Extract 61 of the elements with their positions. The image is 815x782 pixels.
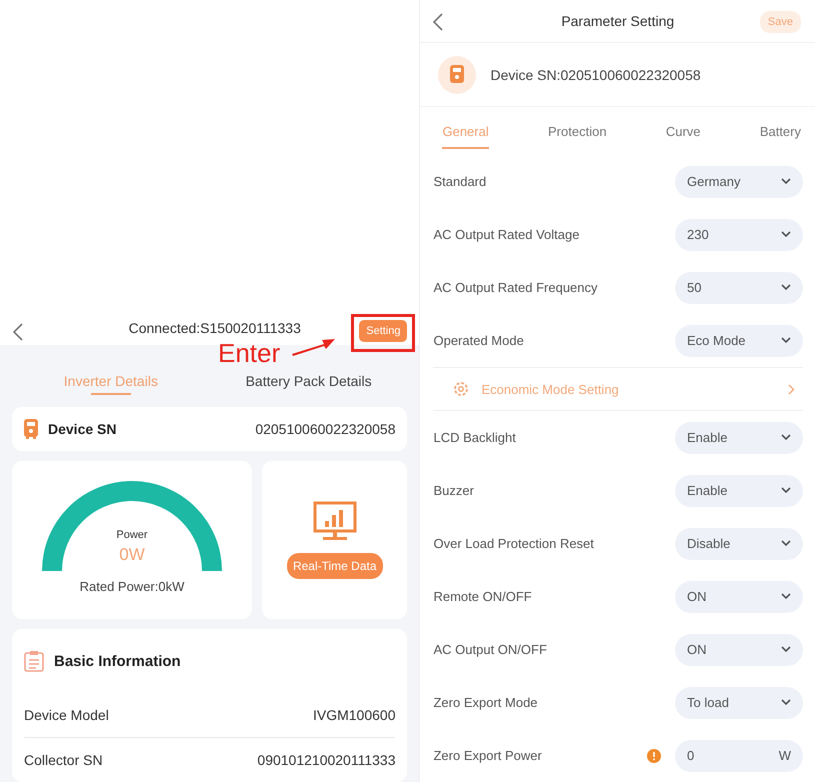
- parameter-dropdown[interactable]: Disable: [675, 528, 803, 560]
- info-value: 090101210020111333: [257, 752, 396, 768]
- info-label: Collector SN: [24, 752, 103, 768]
- back-icon[interactable]: [12, 322, 24, 342]
- device-sn-text: Device SN:020510060022320058: [490, 66, 701, 83]
- parameter-label: LCD Backlight: [433, 430, 517, 445]
- info-icon[interactable]: [647, 748, 661, 762]
- power-label: Power: [116, 529, 148, 541]
- power-value: 0W: [119, 545, 145, 565]
- parameter-dropdown[interactable]: Germany: [675, 166, 803, 198]
- chevron-down-icon: [781, 231, 791, 238]
- chevron-down-icon: [781, 593, 791, 600]
- annotation-arrow: [290, 337, 336, 357]
- tab[interactable]: Battery: [756, 107, 805, 155]
- chevron-down-icon: [781, 434, 791, 441]
- chevron-down-icon: [781, 646, 791, 653]
- device-sn-value: 020510060022320058: [255, 421, 396, 437]
- header-title: Connected:S150020111333: [128, 320, 301, 336]
- chevron-down-icon: [781, 337, 791, 344]
- rated-power-text: Rated Power:0kW: [80, 579, 184, 594]
- parameter-label: Zero Export Mode: [433, 695, 539, 710]
- tab[interactable]: Battery Pack Details: [210, 365, 408, 397]
- chevron-down-icon: [781, 178, 791, 185]
- chevron-down-icon: [781, 699, 791, 706]
- parameter-label: Operated Mode: [433, 333, 525, 348]
- parameter-label: AC Output ON/OFF: [433, 642, 548, 657]
- parameter-dropdown[interactable]: Enable: [675, 474, 803, 506]
- basic-info-title: Basic Information: [54, 652, 181, 670]
- parameter-dropdown[interactable]: 230: [675, 218, 803, 250]
- parameter-label: Remote ON/OFF: [433, 589, 533, 604]
- parameter-dropdown[interactable]: ON: [675, 634, 803, 666]
- parameter-label: Zero Export Power: [433, 748, 543, 763]
- monitor-chart-icon: [312, 501, 357, 541]
- tab[interactable]: Curve: [662, 107, 705, 155]
- header-title: Parameter Setting: [561, 12, 674, 29]
- parameter-label: AC Output Rated Frequency: [433, 280, 599, 295]
- parameter-dropdown[interactable]: ON: [675, 580, 803, 612]
- parameter-label: Over Load Protection Reset: [433, 536, 595, 551]
- parameter-label: Standard: [433, 174, 488, 189]
- chevron-right-icon: [788, 384, 795, 394]
- annotation-label: Enter: [218, 340, 280, 366]
- device-icon: [24, 419, 38, 439]
- chevron-down-icon: [781, 540, 791, 547]
- settings-icon: [453, 381, 470, 397]
- parameter-dropdown[interactable]: Eco Mode: [675, 324, 803, 356]
- back-icon[interactable]: [432, 12, 444, 32]
- device-sn-label: Device SN: [48, 421, 116, 437]
- info-label: Device Model: [24, 707, 109, 723]
- highlight-frame: [351, 314, 416, 352]
- input-field[interactable]: 0 W: [675, 740, 803, 772]
- parameter-dropdown[interactable]: 50: [675, 272, 803, 304]
- info-value: IVGM100600: [312, 707, 396, 723]
- tab[interactable]: Protection: [544, 107, 611, 155]
- parameter-dropdown[interactable]: To load: [675, 686, 803, 718]
- parameter-label: Buzzer: [433, 483, 475, 498]
- parameter-dropdown[interactable]: Enable: [675, 422, 803, 454]
- parameter-label: AC Output Rated Voltage: [433, 227, 580, 242]
- device-icon: [438, 56, 476, 94]
- clipboard-icon: [24, 650, 44, 672]
- chevron-down-icon: [781, 284, 791, 291]
- chevron-down-icon: [781, 487, 791, 494]
